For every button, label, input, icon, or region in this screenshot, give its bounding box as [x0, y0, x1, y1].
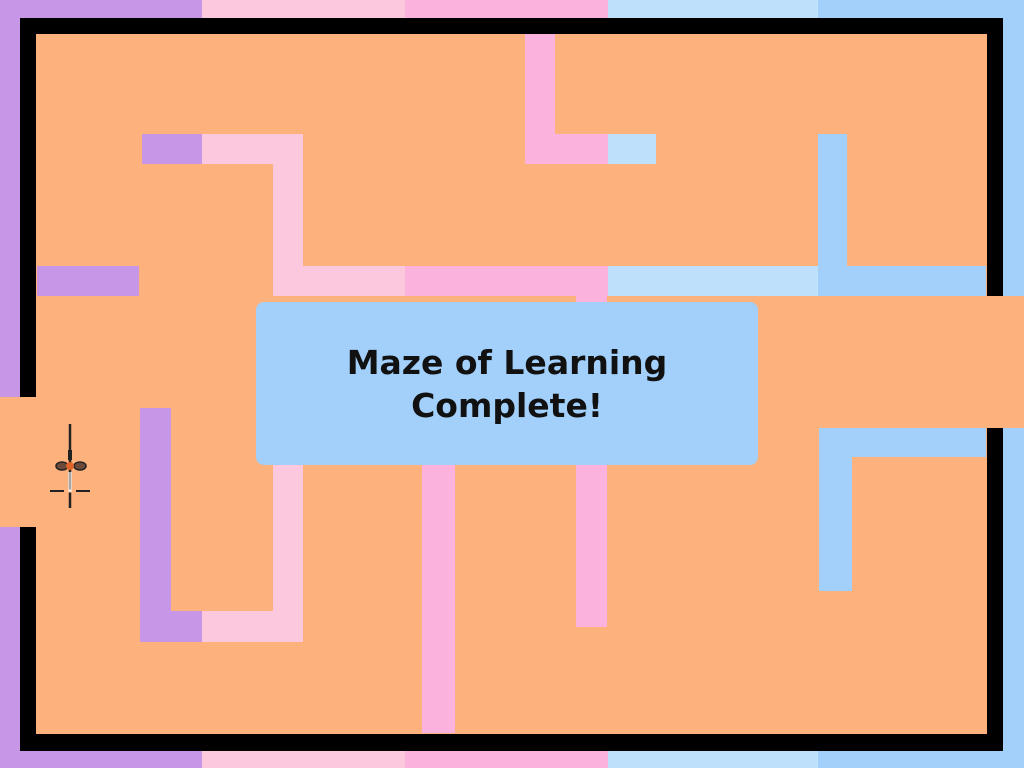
maze-wall [608, 266, 818, 296]
banner-title: Maze of Learning [346, 342, 668, 382]
maze-entrance [0, 397, 40, 527]
completion-message: Maze of Learning Complete! [347, 341, 668, 427]
beetle-icon [50, 424, 90, 508]
completion-banner: Maze of Learning Complete! [256, 302, 758, 465]
maze-wall [142, 134, 202, 164]
player-sprite[interactable] [48, 422, 94, 510]
maze-wall [818, 266, 986, 296]
maze-wall [608, 134, 656, 164]
maze-wall [422, 440, 455, 733]
banner-subtitle: Complete! [411, 385, 603, 425]
maze-wall [525, 134, 608, 164]
maze-wall [37, 266, 139, 296]
maze-wall [140, 611, 202, 642]
maze-wall [202, 611, 303, 642]
maze-wall [140, 408, 171, 642]
maze-wall [819, 428, 852, 591]
maze-wall [273, 266, 405, 296]
